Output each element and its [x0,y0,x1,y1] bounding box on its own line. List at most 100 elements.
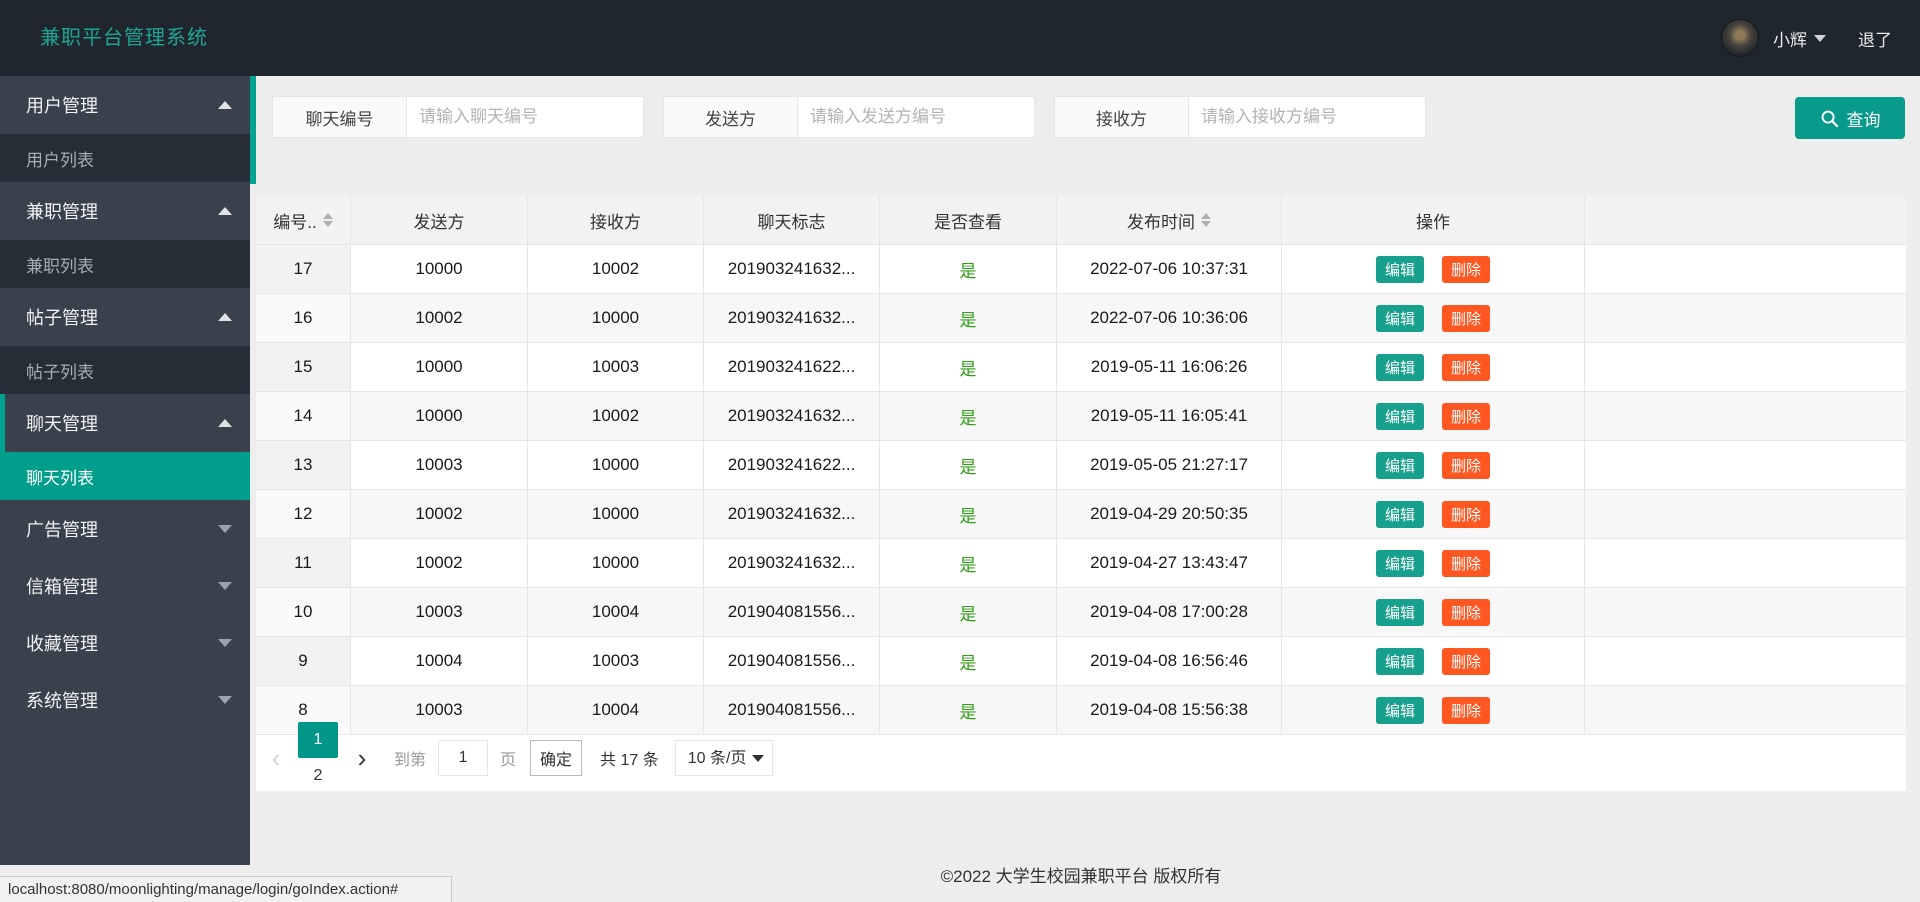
sidebar-item[interactable]: 兼职列表 [0,240,250,288]
pagination-page-button[interactable]: 1 [298,722,338,758]
cell-filler [1585,245,1906,293]
delete-button[interactable]: 删除 [1442,255,1491,283]
cell-viewed: 是 [880,245,1057,293]
app-header: 兼职平台管理系统 小辉 退了 [0,0,1920,76]
sidebar-item[interactable]: 用户列表 [0,134,250,182]
table-column-header: 是否查看 [880,196,1057,244]
cell-viewed: 是 [880,294,1057,342]
cell-sender: 10003 [351,686,528,734]
pagination-page-button[interactable]: 2 [298,758,338,794]
sidebar-group[interactable]: 兼职管理 [0,182,250,240]
cell-sender: 10000 [351,245,528,293]
cell-sender: 10000 [351,343,528,391]
sidebar-scrollbar-thumb[interactable] [250,76,256,184]
sidebar-group[interactable]: 聊天管理 [0,394,250,452]
filter-input[interactable] [407,96,644,138]
sidebar-group[interactable]: 信箱管理 [0,557,250,614]
table-column-header: 操作 [1282,196,1585,244]
page-size-select[interactable]: 10 条/页 [674,740,773,776]
cell-publish-time: 2019-05-05 21:27:17 [1057,441,1282,489]
sidebar-group-label: 帖子管理 [26,308,98,328]
chevron-icon [218,524,232,533]
edit-button[interactable]: 编辑 [1375,402,1424,430]
edit-button[interactable]: 编辑 [1375,696,1424,724]
sidebar-group[interactable]: 广告管理 [0,500,250,557]
filter-label: 接收方 [1054,96,1189,138]
cell-filler [1585,637,1906,685]
cell-chat-flag: 201903241632... [704,245,880,293]
cell-chat-flag: 201903241622... [704,343,880,391]
edit-button[interactable]: 编辑 [1375,304,1424,332]
edit-button[interactable]: 编辑 [1375,598,1424,626]
cell-filler [1585,588,1906,636]
delete-button[interactable]: 删除 [1442,549,1491,577]
sidebar-group[interactable]: 帖子管理 [0,288,250,346]
pagination-bar: ‹ 12 › 到第 页 确定 共 17 条 10 条/页 [256,722,1906,784]
delete-button[interactable]: 删除 [1442,696,1491,724]
cell-sender: 10002 [351,539,528,587]
sort-icon[interactable] [322,213,333,227]
sort-icon[interactable] [1201,213,1211,227]
filter-input[interactable] [798,96,1035,138]
cell-publish-time: 2019-05-11 16:06:26 [1057,343,1282,391]
cell-id: 15 [256,343,351,391]
logout-button[interactable]: 退了 [1858,26,1892,51]
filter-label: 发送方 [663,96,798,138]
sidebar-group[interactable]: 系统管理 [0,671,250,728]
pagination-next-button[interactable]: › [352,742,372,774]
footer-copyright: ©2022 大学生校园兼职平台 版权所有 [940,867,1222,886]
table-row: 13 10003 10000 201903241622... 是 2019-05… [256,441,1906,490]
sidebar-item[interactable]: 帖子列表 [0,346,250,394]
pagination-page-unit-label: 页 [500,752,517,769]
cell-actions: 编辑 删除 [1282,441,1585,489]
sidebar-group-label: 广告管理 [26,519,98,540]
delete-button[interactable]: 删除 [1442,598,1491,626]
table-row: 8 10003 10004 201904081556... 是 2019-04-… [256,686,1906,735]
table-column-label: 发送方 [413,212,465,232]
sidebar-group-label: 信箱管理 [26,576,98,597]
cell-viewed: 是 [880,343,1057,391]
cell-receiver: 10000 [528,294,704,342]
sidebar-item-label: 帖子列表 [26,362,94,382]
sidebar-item[interactable]: 聊天列表 [0,452,250,500]
sidebar-group[interactable]: 收藏管理 [0,614,250,671]
edit-button[interactable]: 编辑 [1375,549,1424,577]
filter-input[interactable] [1189,96,1426,138]
search-button[interactable]: 查询 [1795,97,1905,139]
edit-button[interactable]: 编辑 [1375,647,1424,675]
cell-id: 14 [256,392,351,440]
sidebar-group-label: 用户管理 [26,96,98,116]
delete-button[interactable]: 删除 [1442,647,1491,675]
sidebar-group-label: 兼职管理 [26,202,98,222]
search-button-label: 查询 [1846,110,1881,130]
sidebar-group-label: 收藏管理 [26,633,98,654]
edit-button[interactable]: 编辑 [1375,353,1424,381]
table-column-header[interactable]: 编号.. [256,196,351,244]
pagination-prev-button[interactable]: ‹ [266,742,286,774]
pagination-page-input[interactable] [438,740,489,776]
delete-button[interactable]: 删除 [1442,500,1491,528]
edit-button[interactable]: 编辑 [1375,500,1424,528]
chevron-icon [218,313,232,321]
chevron-icon [218,695,232,704]
chevron-icon [218,101,232,109]
user-avatar[interactable] [1721,19,1759,57]
chevron-icon [218,581,232,590]
cell-id: 9 [256,637,351,685]
table-column-header[interactable]: 发布时间 [1057,196,1282,244]
cell-receiver: 10000 [528,539,704,587]
edit-button[interactable]: 编辑 [1375,451,1424,479]
cell-sender: 10003 [351,441,528,489]
delete-button[interactable]: 删除 [1442,353,1491,381]
cell-sender: 10002 [351,490,528,538]
delete-button[interactable]: 删除 [1442,304,1491,332]
delete-button[interactable]: 删除 [1442,402,1491,430]
delete-button[interactable]: 删除 [1442,451,1491,479]
cell-id: 10 [256,588,351,636]
sidebar-group[interactable]: 用户管理 [0,76,250,134]
pagination-confirm-button[interactable]: 确定 [530,740,583,776]
table-row: 9 10004 10003 201904081556... 是 2019-04-… [256,637,1906,686]
edit-button[interactable]: 编辑 [1375,255,1424,283]
user-menu[interactable]: 小辉 [1773,26,1826,51]
cell-receiver: 10002 [528,392,704,440]
